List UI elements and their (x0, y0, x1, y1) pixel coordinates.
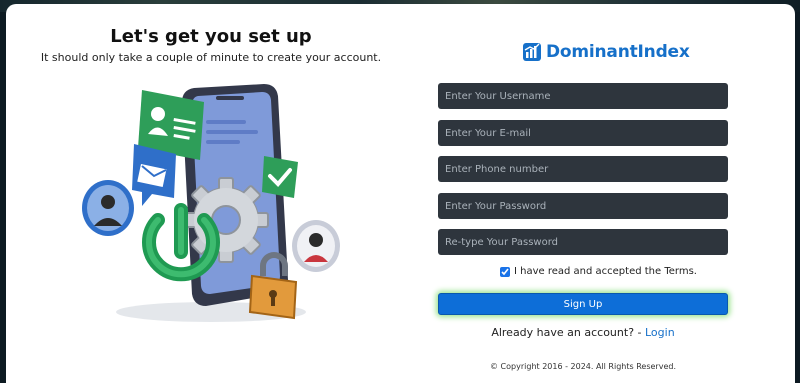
check-icon (262, 156, 298, 198)
mail-icon (132, 144, 176, 206)
smartphone-signup-illustration (82, 84, 340, 322)
brand-logo[interactable]: DominantIndex (522, 39, 690, 65)
username-input[interactable] (438, 83, 728, 109)
page-subtitle: It should only take a couple of minute t… (40, 51, 382, 64)
avatar-left-icon (82, 180, 134, 236)
copyright-text: © Copyright 2016 - 2024. All Rights Rese… (490, 362, 676, 371)
login-prompt-text: Already have an account? - (491, 326, 642, 339)
email-input[interactable] (438, 120, 728, 146)
signup-card: Let's get you set up It should only take… (6, 4, 795, 383)
page-title: Let's get you set up (110, 26, 312, 47)
login-link[interactable]: Login (645, 326, 675, 339)
retype-password-input[interactable] (438, 229, 728, 255)
terms-row[interactable]: I have read and accepted the Terms. (500, 266, 697, 277)
signup-button[interactable]: Sign Up (438, 293, 728, 315)
avatar-right-icon (292, 220, 340, 272)
phone-input[interactable] (438, 156, 728, 182)
login-prompt: Already have an account? - Login (438, 326, 728, 339)
password-input[interactable] (438, 193, 728, 219)
terms-label: I have read and accepted the Terms. (514, 266, 697, 277)
gear-icon (183, 177, 269, 263)
bar-chart-logo-icon (523, 43, 541, 61)
brand-name: DominantIndex (546, 42, 690, 62)
terms-checkbox[interactable] (500, 266, 510, 277)
